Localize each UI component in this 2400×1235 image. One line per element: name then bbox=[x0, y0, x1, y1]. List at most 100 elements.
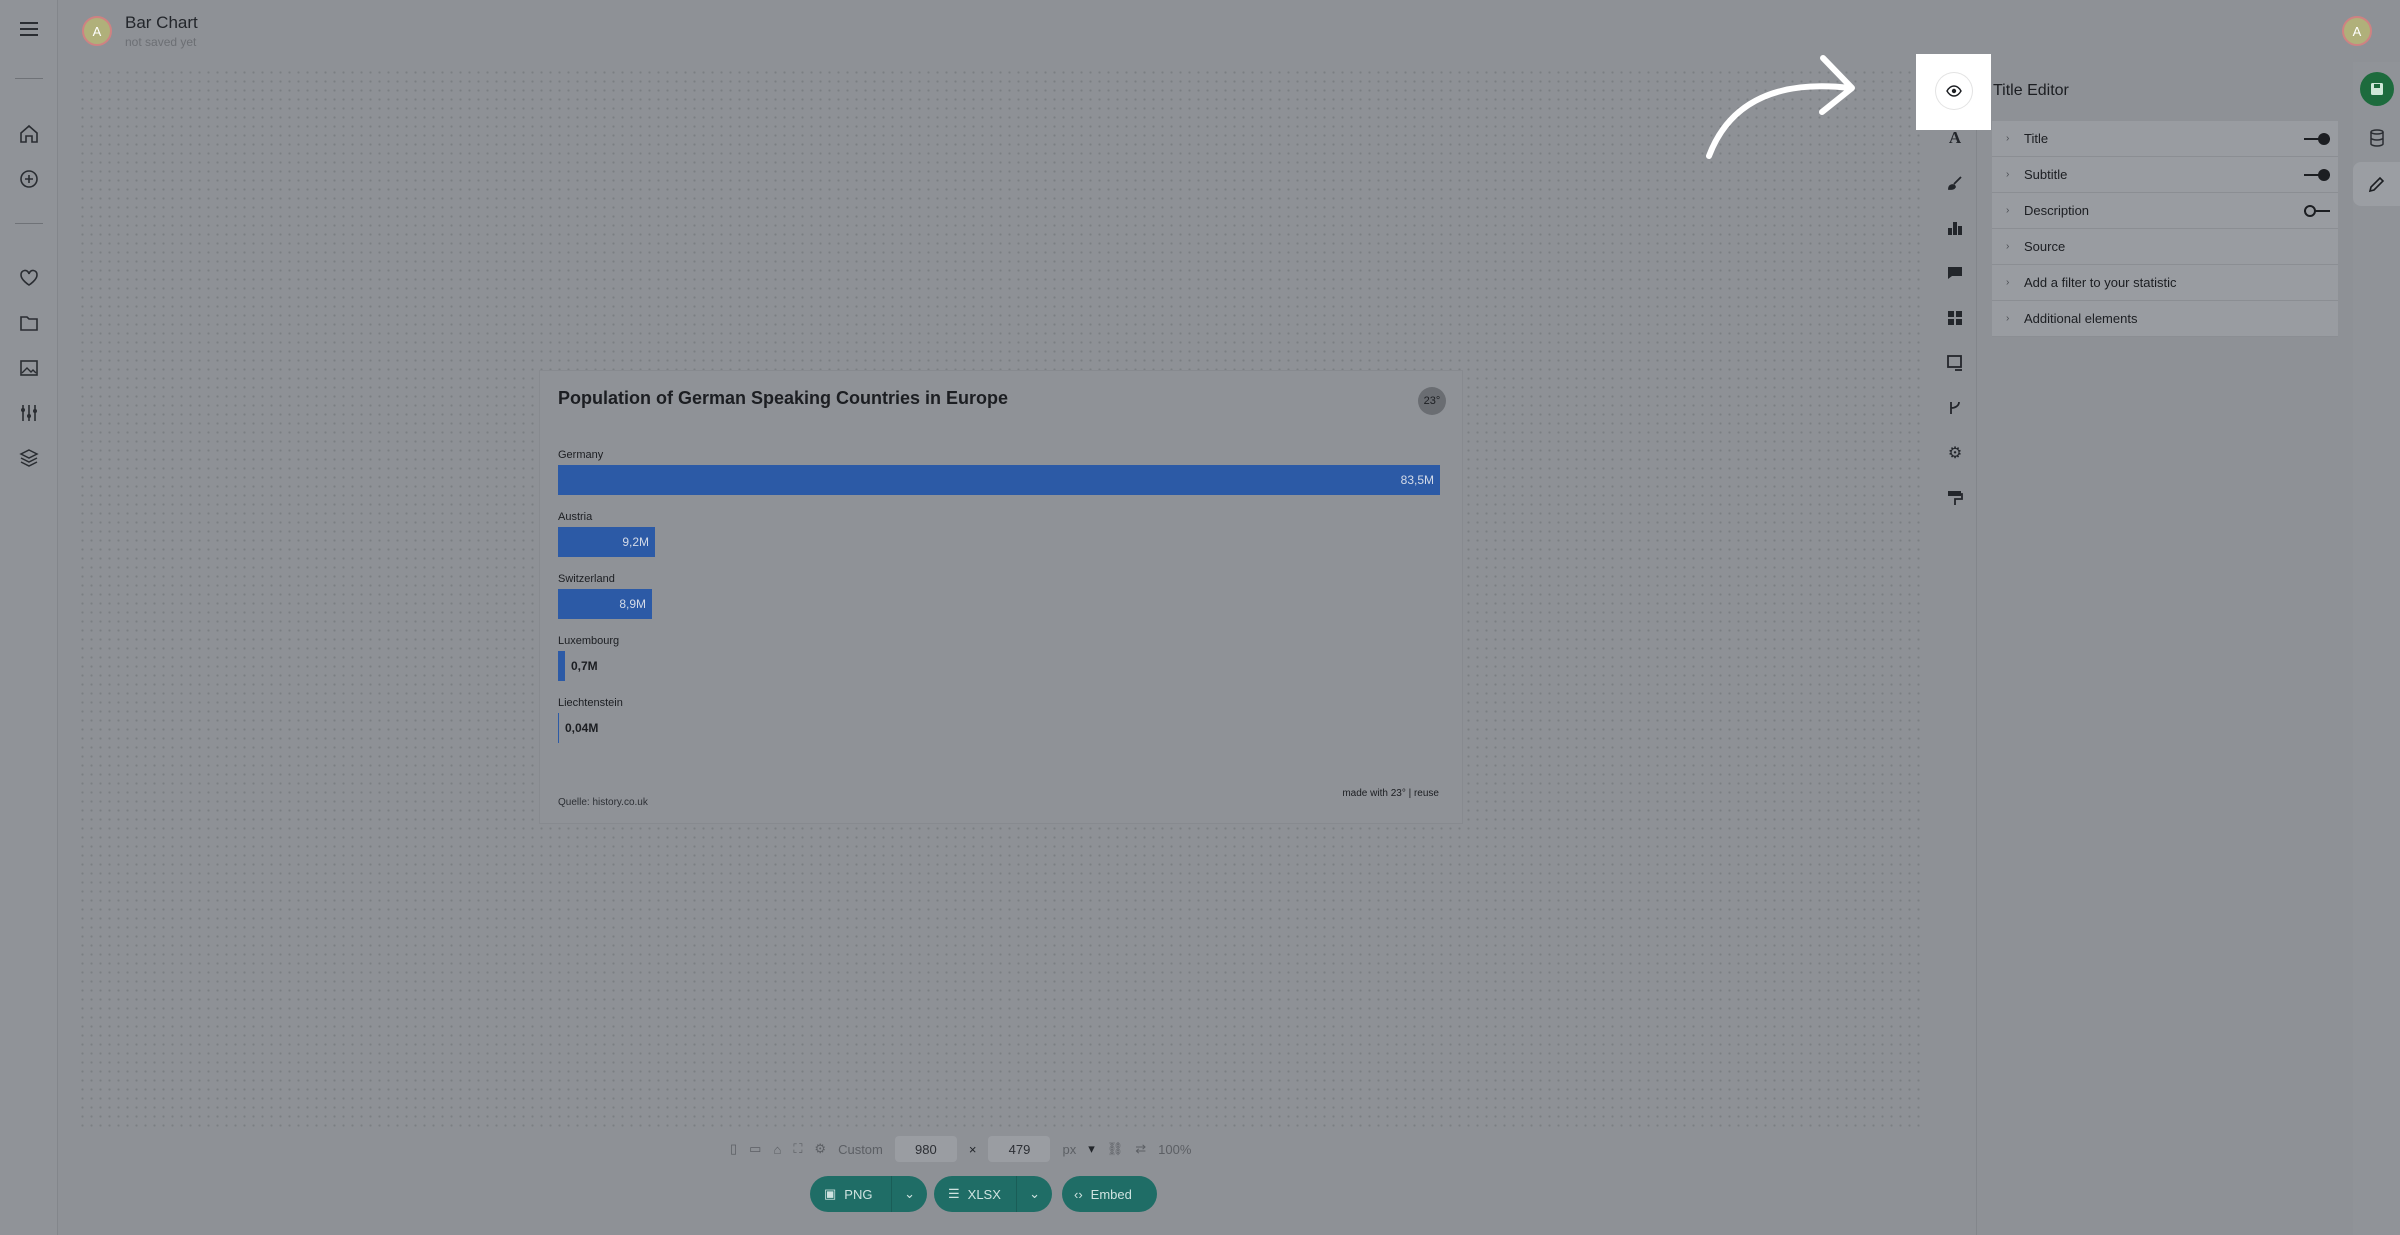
chevron-right-icon: › bbox=[2006, 241, 2010, 252]
logo-icon: 23° bbox=[1418, 387, 1446, 415]
custom-preset-icon[interactable]: ⚙ bbox=[814, 1141, 826, 1157]
bar-value-label: 8,9M bbox=[619, 597, 646, 611]
link-icon[interactable]: ⛓ bbox=[1107, 1141, 1124, 1157]
rail-divider bbox=[15, 78, 43, 79]
image-icon[interactable] bbox=[14, 353, 44, 383]
section-subtitle[interactable]: › Subtitle bbox=[1992, 157, 2338, 193]
chevron-down-icon[interactable]: ▾ bbox=[1088, 1141, 1095, 1157]
section-label: Additional elements bbox=[2024, 311, 2138, 326]
gear-icon[interactable]: ⚙ bbox=[1943, 441, 1967, 465]
times-sign: × bbox=[968, 1141, 977, 1157]
bar-value-label: 0,04M bbox=[565, 721, 599, 735]
size-preset-label[interactable]: Custom bbox=[838, 1142, 883, 1157]
chevron-right-icon: › bbox=[2006, 133, 2010, 144]
subtitle-toggle[interactable] bbox=[2304, 169, 2330, 181]
add-icon[interactable] bbox=[14, 164, 44, 194]
width-input[interactable]: 980 bbox=[894, 1136, 957, 1162]
chevron-right-icon: › bbox=[2006, 205, 2010, 216]
paint-roller-icon[interactable] bbox=[1943, 486, 1967, 510]
bar[interactable] bbox=[558, 651, 565, 681]
bar-chart-icon[interactable] bbox=[1943, 216, 1967, 240]
user-avatar[interactable]: A bbox=[2342, 16, 2372, 46]
section-label: Title bbox=[2024, 131, 2049, 146]
bar-category-label: Switzerland bbox=[558, 573, 615, 585]
section-source[interactable]: › Source bbox=[1992, 229, 2338, 265]
code-icon: ‹› bbox=[1074, 1186, 1083, 1202]
chevron-down-icon[interactable]: ⌄ bbox=[1016, 1176, 1052, 1212]
branch-icon[interactable] bbox=[1943, 396, 1967, 420]
section-filter[interactable]: › Add a filter to your statistic bbox=[1992, 265, 2338, 301]
section-additional-elements[interactable]: › Additional elements bbox=[1992, 301, 2338, 337]
save-button[interactable] bbox=[2360, 72, 2394, 106]
section-title[interactable]: › Title bbox=[1992, 121, 2338, 157]
section-label: Source bbox=[2024, 239, 2066, 254]
bar-category-label: Liechtenstein bbox=[558, 697, 623, 709]
section-label: Description bbox=[2024, 203, 2090, 218]
chevron-right-icon: › bbox=[2006, 313, 2010, 324]
unit-select[interactable]: px bbox=[1062, 1142, 1076, 1157]
document-title[interactable]: Bar Chart bbox=[125, 13, 198, 33]
preview-toggle-highlight bbox=[1916, 54, 1991, 130]
bar[interactable] bbox=[558, 465, 1440, 495]
save-status: not saved yet bbox=[125, 35, 197, 49]
size-controls: ▯ ▭ ⌂ ⛶ ⚙ Custom 980 × 479 px ▾ ⛓ ⇄ 100% bbox=[730, 1136, 1191, 1162]
bar-category-label: Germany bbox=[558, 449, 604, 461]
chart-credit: made with 23° | reuse bbox=[1342, 788, 1439, 799]
heart-icon[interactable] bbox=[14, 263, 44, 293]
chevron-down-icon[interactable]: ⌄ bbox=[891, 1176, 927, 1212]
laptop-icon[interactable]: ⌂ bbox=[773, 1142, 781, 1157]
right-rail bbox=[2353, 62, 2400, 1235]
grid-icon[interactable] bbox=[1943, 306, 1967, 330]
rail-divider bbox=[15, 223, 43, 224]
brush-icon[interactable] bbox=[1943, 171, 1967, 195]
comment-icon[interactable] bbox=[1943, 261, 1967, 285]
fullscreen-icon[interactable]: ⛶ bbox=[793, 1141, 802, 1157]
embed-label: Embed bbox=[1090, 1186, 1132, 1202]
tablet-icon[interactable]: ▭ bbox=[749, 1141, 761, 1157]
section-label: Add a filter to your statistic bbox=[2024, 275, 2177, 290]
database-icon[interactable] bbox=[2365, 126, 2389, 150]
bar-value-label: 0,7M bbox=[571, 659, 598, 673]
png-label: PNG bbox=[844, 1186, 873, 1202]
sliders-icon[interactable] bbox=[14, 398, 44, 428]
editor-tool-strip: A ⚙ bbox=[1935, 70, 1975, 520]
bar-value-label: 83,5M bbox=[1400, 473, 1434, 487]
chart-title: Population of German Speaking Countries … bbox=[558, 388, 1009, 408]
chevron-right-icon: › bbox=[2006, 169, 2010, 180]
left-sidebar bbox=[0, 0, 58, 1235]
chart-source: Quelle: history.co.uk bbox=[558, 797, 648, 808]
menu-icon[interactable] bbox=[14, 14, 44, 44]
xlsx-label: XLSX bbox=[967, 1186, 1001, 1202]
panel-title: Title Editor bbox=[1993, 82, 2069, 99]
layers-icon[interactable] bbox=[14, 443, 44, 473]
folder-icon[interactable] bbox=[14, 308, 44, 338]
xlsx-export-button[interactable]: ☰ XLSX ⌄ bbox=[934, 1176, 1052, 1212]
chart-preview[interactable]: Population of German Speaking Countries … bbox=[539, 370, 1463, 824]
home-icon[interactable] bbox=[14, 119, 44, 149]
panel-section-list: › Title › Subtitle › Description › Sourc… bbox=[1992, 121, 2338, 337]
bar[interactable] bbox=[558, 713, 559, 743]
project-avatar[interactable]: A bbox=[82, 16, 112, 46]
image-icon: ▣ bbox=[824, 1186, 837, 1201]
pencil-icon[interactable] bbox=[2365, 172, 2389, 196]
section-label: Subtitle bbox=[2024, 167, 2068, 182]
png-export-button[interactable]: ▣ PNG ⌄ bbox=[810, 1176, 927, 1212]
chevron-right-icon: › bbox=[2006, 277, 2010, 288]
bar-category-label: Luxembourg bbox=[558, 635, 620, 647]
bar-category-label: Austria bbox=[558, 511, 593, 523]
swap-icon[interactable]: ⇄ bbox=[1135, 1141, 1146, 1157]
header: A Bar Chart not saved yet A bbox=[58, 0, 2400, 62]
height-input[interactable]: 479 bbox=[988, 1136, 1051, 1162]
bar-value-label: 9,2M bbox=[622, 535, 649, 549]
embed-button[interactable]: ‹› Embed bbox=[1062, 1176, 1157, 1212]
eye-icon[interactable] bbox=[1936, 73, 1972, 109]
description-toggle[interactable] bbox=[2304, 205, 2330, 217]
phone-portrait-icon[interactable]: ▯ bbox=[730, 1141, 737, 1157]
zoom-level[interactable]: 100% bbox=[1158, 1142, 1191, 1157]
title-toggle[interactable] bbox=[2304, 133, 2330, 145]
title-editor-panel: Title Editor › Title › Subtitle › Descri… bbox=[1976, 62, 2353, 1235]
image-edit-icon[interactable] bbox=[1943, 351, 1967, 375]
database-icon: ☰ bbox=[948, 1186, 960, 1201]
section-description[interactable]: › Description bbox=[1992, 193, 2338, 229]
annotation-arrow bbox=[1706, 55, 1855, 159]
